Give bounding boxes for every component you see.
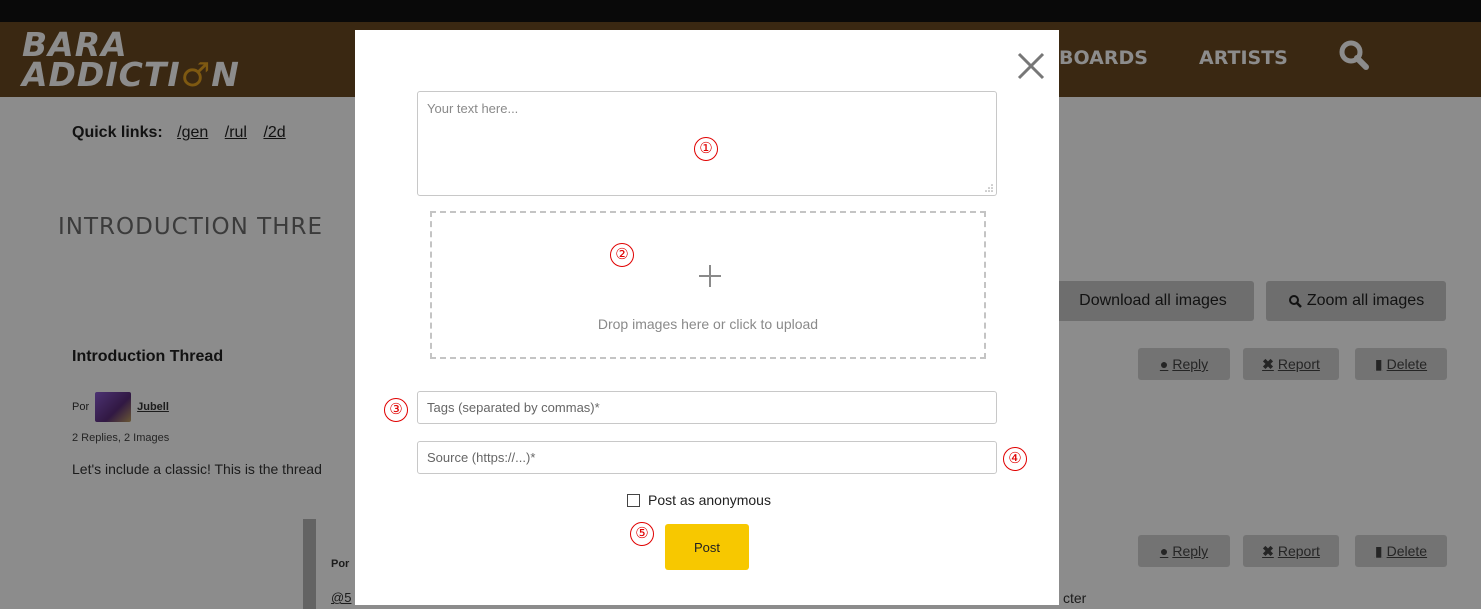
tags-input[interactable]: [418, 392, 996, 423]
marker-3: ③: [384, 398, 408, 422]
close-icon[interactable]: [1013, 48, 1049, 84]
anonymous-label: Post as anonymous: [648, 492, 771, 508]
post-button[interactable]: Post: [665, 524, 749, 570]
post-button-label: Post: [693, 539, 720, 555]
marker-4: ④: [1003, 447, 1027, 471]
anonymous-checkbox[interactable]: [627, 493, 640, 507]
image-dropzone[interactable]: Drop images here or click to upload: [430, 211, 986, 359]
marker-1: ①: [694, 137, 718, 161]
new-post-modal: Drop images here or click to upload Post…: [355, 30, 1059, 605]
marker-2: ②: [610, 243, 634, 267]
marker-5: ⑤: [630, 522, 654, 546]
post-anonymous-option[interactable]: Post as anonymous: [627, 492, 771, 508]
resize-grip-icon[interactable]: [985, 184, 993, 192]
tags-field[interactable]: [417, 391, 997, 424]
source-input[interactable]: [418, 442, 996, 473]
dropzone-text: Drop images here or click to upload: [597, 316, 819, 332]
plus-icon: [699, 265, 721, 287]
source-field[interactable]: [417, 441, 997, 474]
